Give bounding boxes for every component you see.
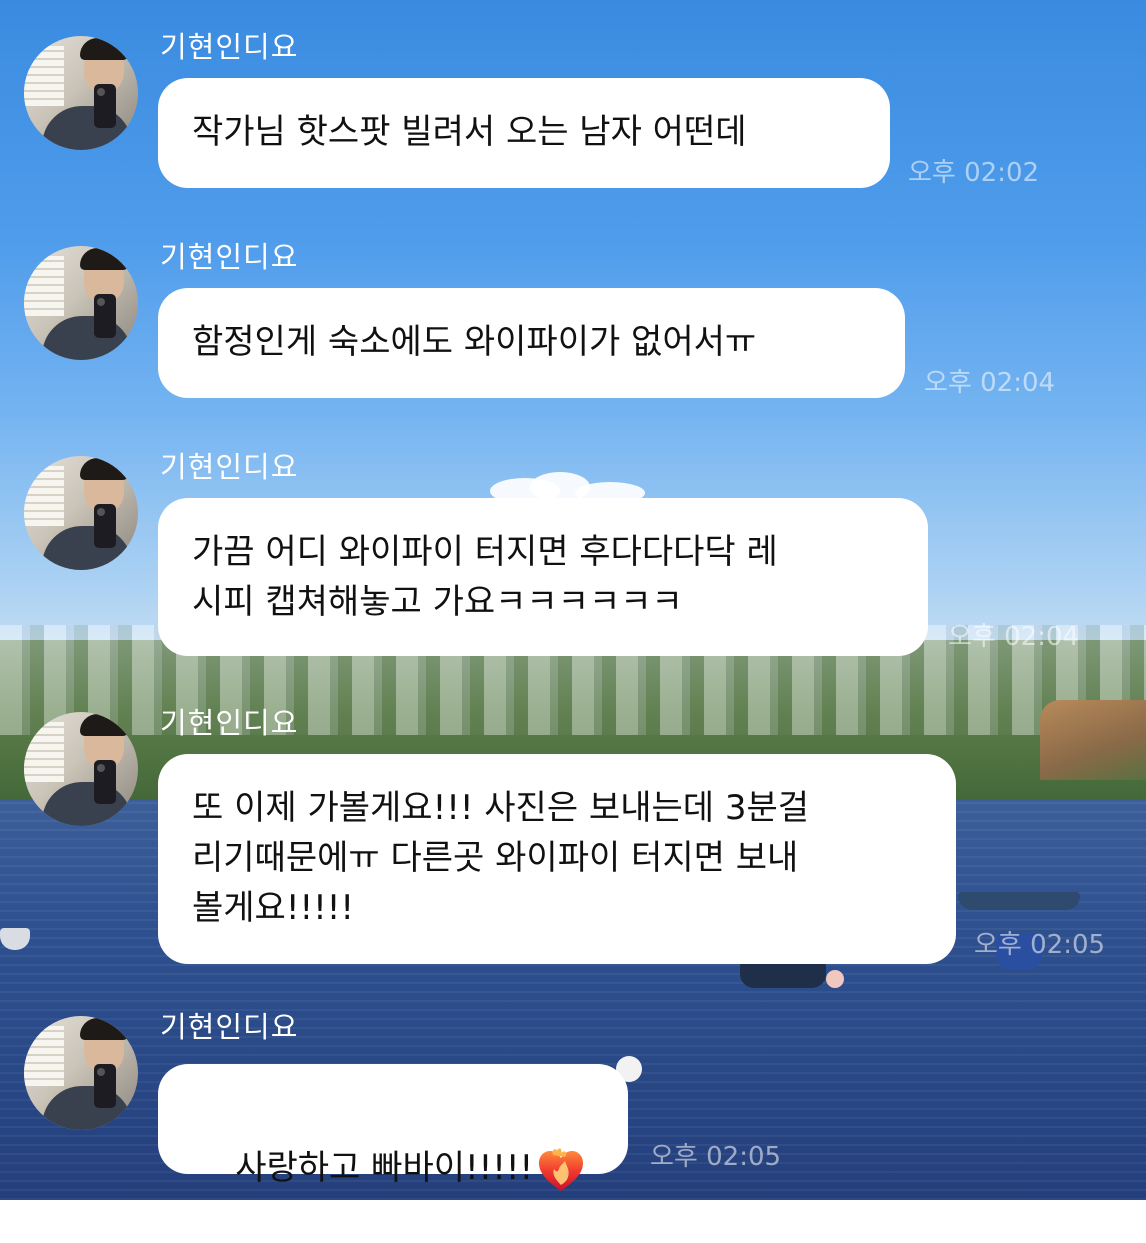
boat — [740, 962, 826, 988]
avatar[interactable] — [24, 456, 138, 570]
message-time: 오후 02:04 — [948, 622, 1080, 652]
heart-on-fire-icon — [539, 1148, 584, 1191]
message-time: 오후 02:04 — [924, 368, 1056, 398]
message-bubble[interactable]: 작가님 핫스팟 빌려서 오는 남자 어떤데 — [158, 78, 890, 188]
sender-name: 기현인디요 — [160, 706, 299, 740]
message-bubble[interactable]: 가끔 어디 와이파이 터지면 후다다다닥 레 시피 캡쳐해놓고 가요ㅋㅋㅋㅋㅋㅋ — [158, 498, 928, 656]
cliff — [1040, 700, 1146, 780]
buoy — [826, 970, 844, 988]
avatar[interactable] — [24, 1016, 138, 1130]
message-time: 오후 02:05 — [650, 1142, 782, 1172]
message-bubble[interactable]: 사랑하고 빠바이!!!!! — [158, 1064, 628, 1191]
sender-name: 기현인디요 — [160, 1010, 299, 1044]
avatar[interactable] — [24, 246, 138, 360]
message-time: 오후 02:05 — [974, 930, 1106, 960]
sender-name: 기현인디요 — [160, 450, 299, 484]
boat — [958, 892, 1080, 910]
message-bubble[interactable]: 함정인게 숙소에도 와이파이가 없어서ㅠ — [158, 288, 905, 398]
sender-name: 기현인디요 — [160, 240, 299, 274]
message-text: 사랑하고 빠바이!!!!! — [235, 1148, 534, 1188]
message-time: 오후 02:02 — [908, 158, 1040, 188]
avatar[interactable] — [24, 36, 138, 150]
sender-name: 기현인디요 — [160, 30, 299, 64]
message-bubble[interactable]: 또 이제 가볼게요!!! 사진은 보내는데 3분걸 리기때문에ㅠ 다른곳 와이파… — [158, 754, 956, 964]
avatar[interactable] — [24, 712, 138, 826]
